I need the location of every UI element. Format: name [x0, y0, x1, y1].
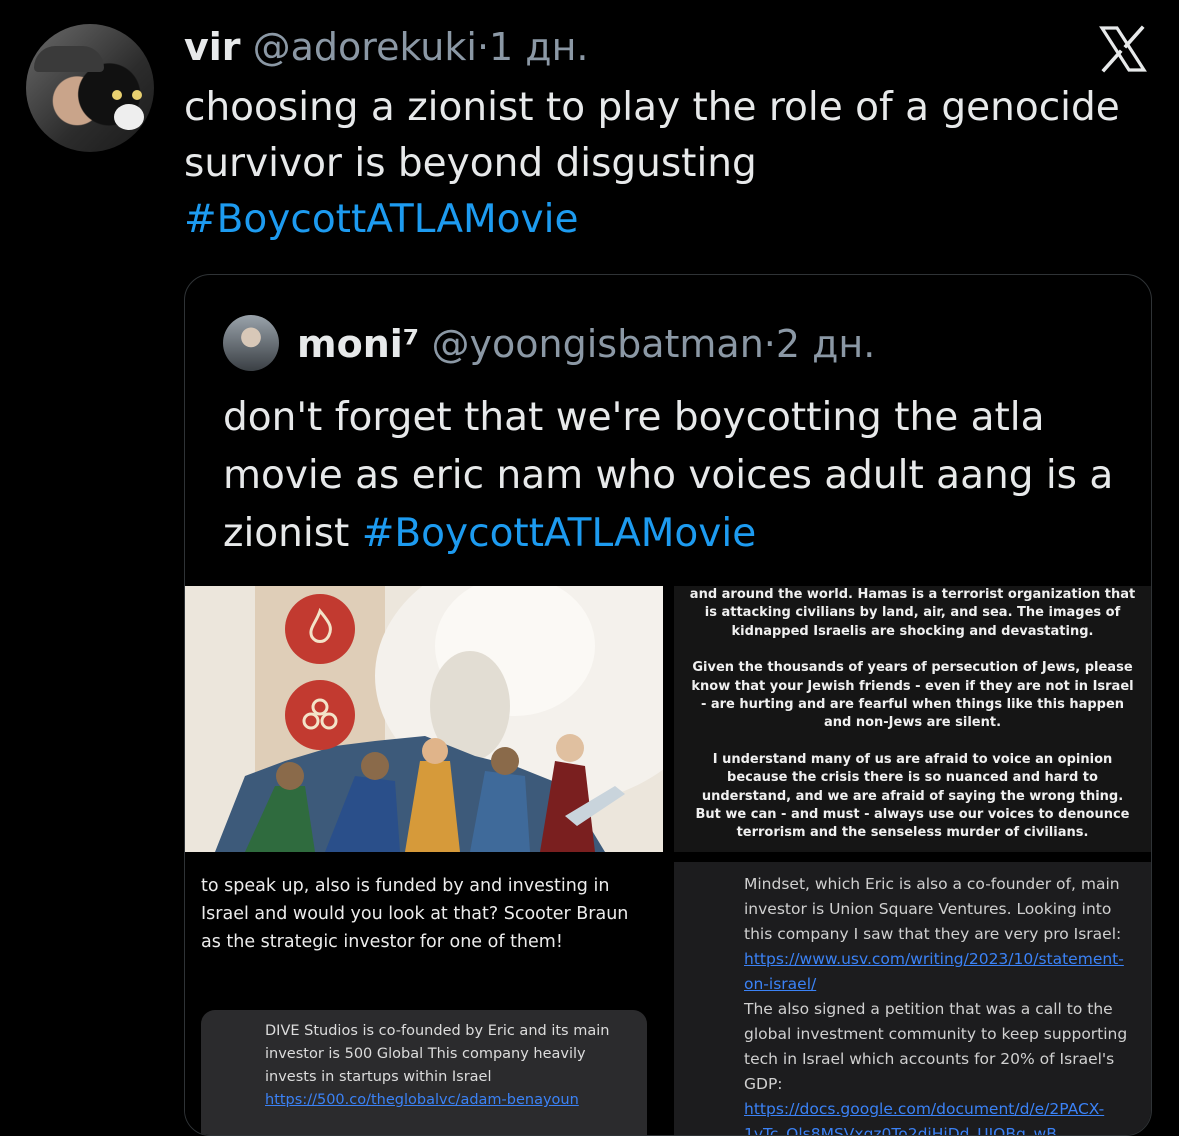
investor-text: Mindset, which Eric is also a co-founder…	[744, 875, 1122, 943]
author-display-name[interactable]: vir	[184, 25, 241, 69]
statement-paragraph: I understand many of us are afraid to vo…	[695, 751, 1130, 841]
notes-screenshot-image[interactable]: to speak up, also is funded by and inves…	[185, 862, 663, 1135]
statement-paragraph: and around the world. Hamas is a terrori…	[689, 587, 1136, 639]
message-card: DIVE Studios is co-founded by Eric and i…	[201, 1010, 647, 1135]
message-text: DIVE Studios is co-founded by Eric and i…	[265, 1023, 610, 1085]
statement-screenshot-image[interactable]: and around the world. Hamas is a terrori…	[674, 586, 1151, 852]
separator-dot: ·	[476, 25, 490, 69]
author-handle[interactable]: @adorekuki	[253, 25, 477, 69]
avatar-movie-poster-image[interactable]	[185, 586, 663, 852]
hashtag-link[interactable]: #BoycottATLAMovie	[184, 197, 578, 242]
separator-dot: ·	[763, 322, 776, 366]
tweet-time[interactable]: 1 дн.	[489, 25, 588, 69]
petition-text: The also signed a petition that was a ca…	[744, 1000, 1128, 1093]
quoted-author-handle[interactable]: @yoongisbatman	[432, 322, 764, 366]
quoted-tweet-text: don't forget that we're boycotting the a…	[223, 389, 1123, 563]
tweet-header: vir @adorekuki·1 дн.	[184, 24, 589, 70]
quoted-tweet-time[interactable]: 2 дн.	[776, 322, 875, 366]
tweet-text: choosing a zionist to play the role of a…	[184, 80, 1154, 248]
tweet-body: choosing a zionist to play the role of a…	[184, 85, 1120, 186]
quoted-hashtag-link[interactable]: #BoycottATLAMovie	[362, 511, 756, 556]
notes-text: to speak up, also is funded by and inves…	[201, 876, 629, 952]
fire-nation-emblem-icon	[285, 594, 355, 664]
poster-illustration	[185, 586, 663, 852]
x-logo-icon	[1099, 25, 1147, 73]
media-grid: and around the world. Hamas is a terrori…	[185, 586, 1151, 1136]
author-avatar[interactable]	[26, 24, 154, 152]
petition-link: https://docs.google.com/document/d/e/2PA…	[744, 1100, 1105, 1136]
statement-paragraph: Given the thousands of years of persecut…	[691, 660, 1134, 731]
air-nomad-emblem-icon	[285, 680, 355, 750]
quoted-tweet-header: moni⁷ @yoongisbatman·2 дн.	[297, 319, 875, 369]
quoted-tweet[interactable]: moni⁷ @yoongisbatman·2 дн. don't forget …	[184, 274, 1152, 1136]
investor-link: https://www.usv.com/writing/2023/10/stat…	[744, 950, 1124, 993]
quoted-author-avatar[interactable]	[223, 315, 279, 371]
investor-notes-screenshot-image[interactable]: Mindset, which Eric is also a co-founder…	[674, 862, 1151, 1136]
quoted-author-display-name[interactable]: moni⁷	[297, 322, 419, 366]
message-link: https://500.co/theglobalvc/adam-benayoun	[265, 1092, 579, 1108]
